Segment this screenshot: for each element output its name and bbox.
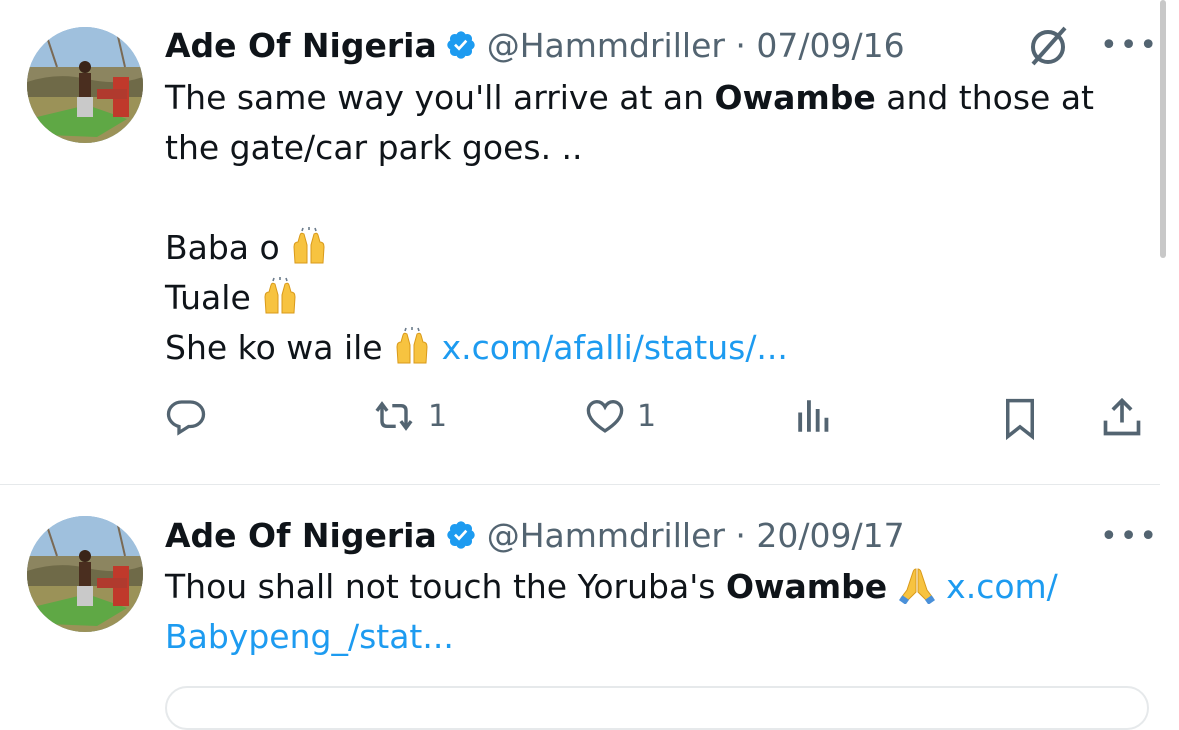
more-options-icon[interactable]: ••• [1100,28,1159,63]
text-line: The same way you'll arrive at an [165,78,715,117]
tweet-2[interactable]: Ade Of Nigeria @Hammdriller · 20/09/17 ••… [0,485,1160,698]
verified-badge-icon [445,519,477,560]
raising-hands-icon [290,227,328,265]
bookmark-button[interactable] [999,395,1041,443]
tweet-header: Ade Of Nigeria @Hammdriller · 20/09/17 [165,516,905,560]
repost-count: 1 [428,398,448,434]
like-button[interactable]: 1 [583,395,656,437]
tweet-link[interactable]: x.com/ [946,567,1058,606]
bold-keyword: Owambe [725,567,888,606]
text-line: She ko wa ile [165,328,394,367]
avatar[interactable] [27,516,143,632]
scrollbar[interactable] [1160,0,1166,258]
author-handle[interactable]: @Hammdriller [487,26,725,65]
like-count: 1 [637,398,657,434]
verified-badge-icon [445,29,477,70]
text-line: Tuale [165,278,262,317]
analytics-icon [798,400,829,432]
avatar[interactable] [27,27,143,143]
tweet-link-continued[interactable]: Babypeng_/stat... [165,617,454,656]
author-handle[interactable]: @Hammdriller [487,516,725,555]
raising-hands-icon [393,327,431,365]
folded-hands-icon [898,566,936,605]
repost-icon [375,401,413,431]
tweet-date[interactable]: 07/09/16 [756,26,904,65]
reply-icon [166,400,206,436]
action-bar: 1 1 [165,395,1155,445]
tweet-header: Ade Of Nigeria @Hammdriller · 07/09/16 [165,26,905,70]
tweet-1[interactable]: Ade Of Nigeria @Hammdriller · 07/09/16 ••… [0,0,1160,484]
share-button[interactable] [1100,395,1144,439]
author-name[interactable]: Ade Of Nigeria [165,516,437,555]
text-line: Thou shall not touch the Yoruba's [165,567,726,606]
reply-button[interactable] [165,395,217,437]
separator-dot: · [724,26,757,65]
text-line: and those at [875,78,1094,117]
separator-dot: · [724,516,757,555]
tweet-date[interactable]: 20/09/17 [756,516,904,555]
tweet-link[interactable]: x.com/afalli/status/... [442,328,788,367]
quoted-tweet-card[interactable] [165,686,1149,730]
more-options-icon[interactable]: ••• [1100,519,1159,554]
share-icon [1103,397,1141,436]
tweet-text: Thou shall not touch the Yoruba's Owambe… [165,562,1155,662]
bold-keyword: Owambe [714,78,876,117]
repost-button[interactable]: 1 [370,395,447,437]
text-line: Baba o [165,228,291,267]
text-line: the gate/car park goes. .. [165,128,583,167]
views-button[interactable] [793,395,845,437]
heart-icon [586,399,624,433]
grok-icon[interactable] [1025,24,1071,70]
raising-hands-icon [261,277,299,315]
bookmark-icon [1006,398,1034,441]
author-name[interactable]: Ade Of Nigeria [165,26,437,65]
tweet-text: The same way you'll arrive at an Owambe … [165,73,1155,373]
